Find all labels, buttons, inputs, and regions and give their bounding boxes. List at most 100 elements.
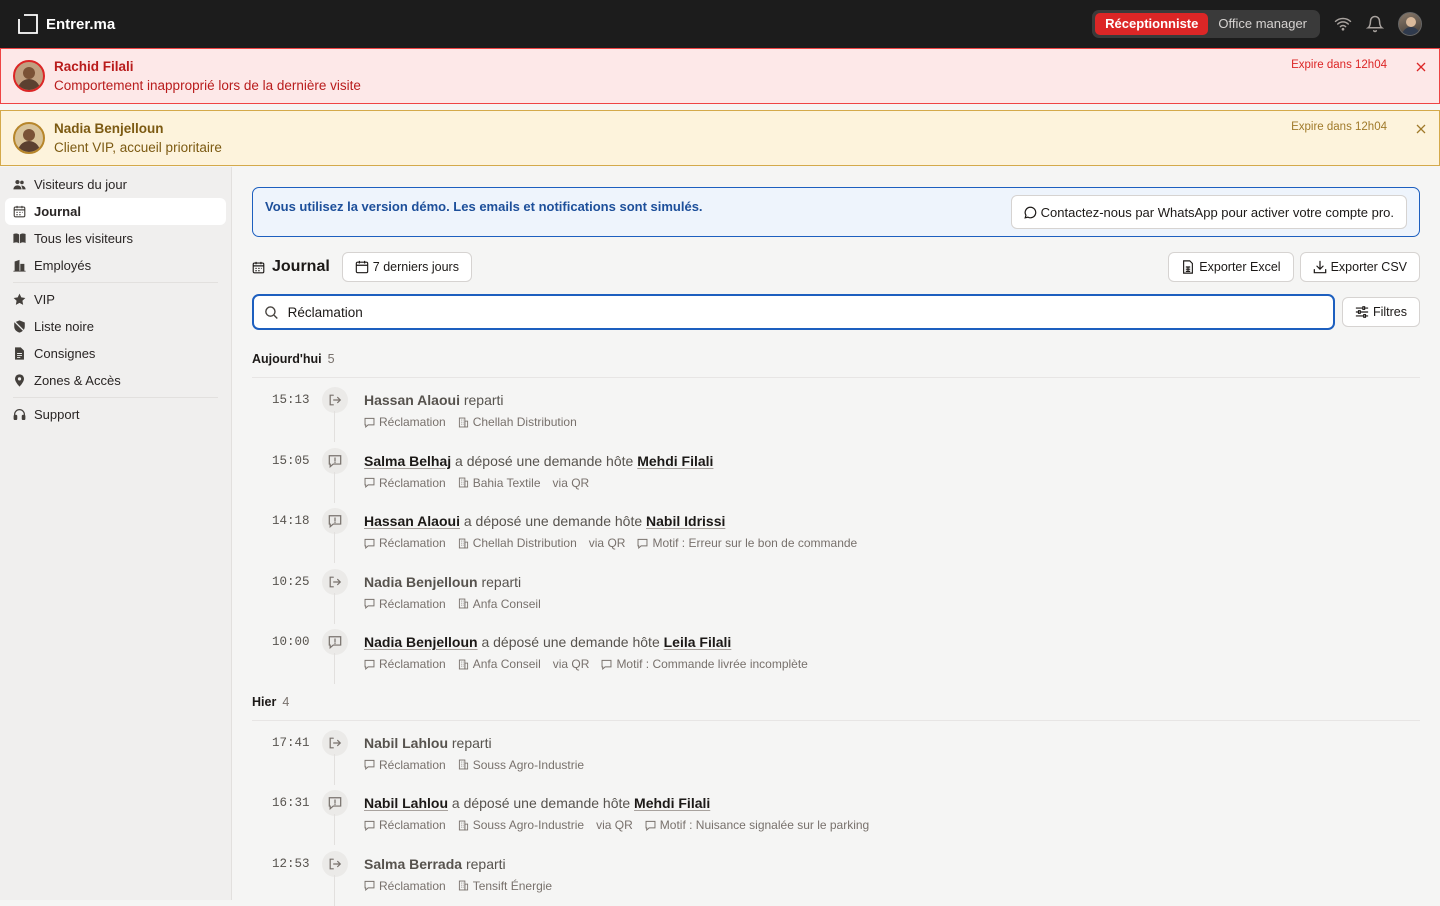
list-item[interactable]: 16:31 Nabil Lahlou a déposé une demande …: [252, 781, 1420, 845]
wifi-icon[interactable]: [1334, 15, 1352, 33]
visitor-name[interactable]: Salma Belhaj: [364, 453, 451, 469]
group-header: Hier 4: [252, 695, 1420, 721]
list-item[interactable]: 10:25 Nadia Benjelloun reparti Réclamatio…: [252, 560, 1420, 624]
event-group: Hier 4 17:41 Nabil Lahlou reparti Réclamat…: [252, 695, 1420, 906]
event-company-label: Souss Agro-Industrie: [472, 818, 585, 832]
event-verb: reparti: [463, 392, 504, 408]
timeline-line: [334, 411, 335, 442]
app-logo[interactable]: Entrer.ma: [18, 14, 115, 34]
visitor-name[interactable]: Hassan Alaoui: [364, 513, 460, 529]
page-title: Journal: [272, 258, 330, 275]
event-verb: reparti: [465, 855, 506, 872]
event-title: Nabil Lahlou reparti: [364, 735, 584, 751]
close-icon[interactable]: [1415, 123, 1427, 135]
event-tag: Réclamation: [364, 657, 446, 671]
alert-description: Client VIP, accueil prioritaire: [54, 140, 222, 155]
filters-button[interactable]: Filtres: [1341, 297, 1420, 327]
event-tag-label: Réclamation: [379, 475, 446, 490]
bell-icon[interactable]: [1366, 15, 1384, 33]
sidebar-item-tous-les-visiteurs[interactable]: Tous les visiteurs: [5, 225, 226, 252]
event-meta: Réclamation Chellah Distribution: [364, 415, 577, 429]
group-count: 5: [327, 352, 335, 366]
visitor-name[interactable]: Hassan Alaoui: [364, 392, 460, 408]
whatsapp-contact-button[interactable]: Contactez-nous par WhatsApp pour activer…: [1010, 195, 1407, 229]
map-pin-icon: [15, 374, 24, 387]
journal-header: Journal 7 derniers jours Exporter Excel …: [252, 252, 1420, 282]
export-excel-button[interactable]: Exporter Excel: [1168, 252, 1294, 282]
event-verb: reparti: [481, 573, 522, 590]
building-icon: [458, 659, 468, 669]
building-icon: [458, 880, 468, 891]
list-item[interactable]: 10:00 Nadia Benjelloun a déposé une dema…: [252, 620, 1420, 684]
event-type-badge: [322, 447, 348, 474]
export-csv-button[interactable]: Exporter CSV: [1299, 252, 1420, 282]
event-meta: Réclamation Souss Agro-Industrie: [364, 758, 584, 772]
search-input[interactable]: [287, 304, 1323, 320]
sidebar-item-journal[interactable]: Journal: [5, 198, 226, 225]
list-item[interactable]: 15:05 Salma Belhaj a déposé une demande …: [252, 439, 1420, 503]
event-motif: Motif : Commande livrée incomplète: [601, 657, 808, 671]
event-motif: Motif : Erreur sur le bon de commande: [637, 536, 857, 550]
user-avatar[interactable]: [1398, 12, 1422, 36]
alert-avatar: [13, 60, 45, 92]
visitor-name[interactable]: Nabil Lahlou: [364, 735, 448, 751]
list-item[interactable]: 12:53 Salma Berrada reparti Réclamation Te…: [252, 842, 1420, 906]
timeline-line: [334, 814, 335, 845]
headset-icon: [13, 409, 26, 420]
message-alert-icon: [328, 454, 342, 468]
comment-icon: [601, 659, 612, 670]
host-name[interactable]: Mehdi Filali: [634, 795, 710, 811]
alert-blacklist: Rachid Filali Comportement inapproprié l…: [0, 48, 1440, 104]
sidebar-item-label: Support: [34, 407, 80, 422]
building-icon: [458, 477, 468, 488]
list-item[interactable]: 14:18 Hassan Alaoui a déposé une demande…: [252, 499, 1420, 563]
event-title: Nadia Benjelloun a déposé une demande hô…: [364, 634, 808, 650]
sidebar-item-employes[interactable]: Employés: [5, 252, 226, 279]
event-tag: Réclamation: [364, 476, 446, 490]
event-verb: a déposé une demande hôte: [481, 634, 660, 650]
role-receptionist[interactable]: Réceptionniste: [1095, 13, 1209, 35]
event-tag: Réclamation: [364, 818, 446, 832]
event-title: Nabil Lahlou a déposé une demande hôte M…: [364, 795, 869, 811]
comment-icon: [364, 659, 375, 670]
sidebar-item-visiteurs-du-jour[interactable]: Visiteurs du jour: [5, 171, 226, 198]
visitor-name[interactable]: Salma Berrada: [364, 856, 462, 872]
list-item[interactable]: 17:41 Nabil Lahlou reparti Réclamation Sou…: [252, 721, 1420, 785]
event-motif-label: Motif : Erreur sur le bon de commande: [652, 536, 858, 550]
event-title: Nadia Benjelloun reparti: [364, 574, 541, 590]
visitor-name[interactable]: Nabil Lahlou: [364, 795, 448, 811]
event-company: Anfa Conseil: [458, 597, 541, 611]
sidebar-item-consignes[interactable]: Consignes: [5, 340, 226, 367]
sidebar-item-zones-acces[interactable]: Zones & Accès: [5, 367, 226, 394]
close-icon[interactable]: [1415, 61, 1427, 73]
comment-icon: [645, 820, 656, 831]
role-switch: Réceptionniste Office manager: [1092, 10, 1320, 38]
exit-icon: [329, 576, 342, 587]
role-office-manager[interactable]: Office manager: [1208, 13, 1317, 35]
event-company-label: Anfa Conseil: [472, 657, 541, 671]
event-time: 15:13: [272, 393, 310, 407]
list-item[interactable]: 15:13 Hassan Alaoui reparti Réclamation Ch…: [252, 378, 1420, 442]
message-alert-icon: [328, 636, 342, 649]
date-range-button[interactable]: 7 derniers jours: [341, 252, 472, 282]
alert-expiry: Expire dans 12h04: [1291, 59, 1387, 71]
event-tag-label: Réclamation: [379, 596, 446, 611]
event-motif-label: Motif : Nuisance signalée sur le parking: [659, 818, 870, 832]
building-icon: [458, 759, 468, 770]
sidebar-item-support[interactable]: Support: [5, 401, 226, 428]
sidebar-item-vip[interactable]: VIP: [5, 286, 226, 313]
sidebar-item-label: Zones & Accès: [34, 373, 121, 388]
timeline-line: [334, 874, 335, 906]
sidebar-item-label: Visiteurs du jour: [34, 177, 127, 192]
spreadsheet-icon: [1183, 260, 1194, 274]
host-name[interactable]: Leila Filali: [664, 634, 732, 650]
sidebar-item-label: Journal: [34, 204, 81, 219]
alert-expiry: Expire dans 12h04: [1291, 121, 1387, 133]
timeline-line: [334, 471, 335, 503]
host-name[interactable]: Mehdi Filali: [637, 453, 713, 469]
sidebar-item-liste-noire[interactable]: Liste noire: [5, 313, 226, 340]
host-name[interactable]: Nabil Idrissi: [646, 513, 725, 529]
visitor-name[interactable]: Nadia Benjelloun: [364, 634, 478, 650]
visitor-name[interactable]: Nadia Benjelloun: [364, 574, 478, 590]
building-icon: [458, 417, 468, 427]
